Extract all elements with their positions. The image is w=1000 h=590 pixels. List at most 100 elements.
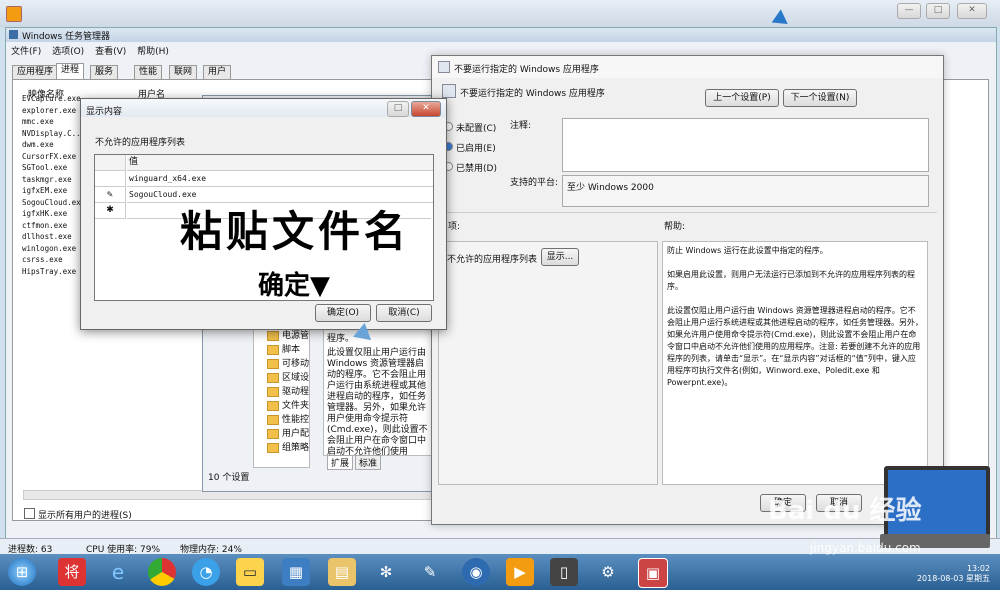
list-item[interactable]: igfxHK.exe: [22, 208, 82, 220]
policy-titlebar: 不要运行指定的 Windows 应用程序: [432, 56, 943, 78]
list-item[interactable]: NVDisplay.C...: [22, 128, 85, 140]
tree-item[interactable]: 可移动: [267, 356, 309, 369]
clock-time: 13:02: [966, 564, 990, 573]
table-row[interactable]: winguard_x64.exe: [127, 171, 433, 187]
tm-titlebar: Windows 任务管理器: [6, 28, 996, 42]
folder-icon: [267, 386, 279, 397]
list-item[interactable]: EVCapture.exe: [22, 93, 82, 105]
radio-not-configured-label: 未配置(C): [456, 124, 497, 134]
divider: [438, 212, 937, 213]
list-item[interactable]: winlogon.exe: [22, 243, 82, 255]
menu-view[interactable]: 查看(V): [95, 47, 126, 57]
policy-header-icon: [442, 84, 456, 98]
list-item[interactable]: HipsTray.exe: [22, 266, 82, 278]
control-panel-icon[interactable]: ▦: [282, 558, 310, 586]
qq-browser-icon[interactable]: ◔: [192, 558, 220, 586]
menu-file[interactable]: 文件(F): [11, 47, 41, 57]
tree-item[interactable]: 组策略: [267, 440, 309, 453]
settings-icon[interactable]: ⚙: [594, 558, 622, 586]
tab-extended[interactable]: 扩展: [327, 455, 354, 470]
edit-pencil-icon: ✎: [95, 187, 126, 203]
tree-item[interactable]: 文件夹: [267, 398, 309, 411]
tree-item[interactable]: 用户配: [267, 426, 309, 439]
folder-icon: [267, 344, 279, 355]
list-item[interactable]: igfxEM.exe: [22, 185, 82, 197]
close-button[interactable]: ✕: [957, 3, 987, 19]
dialog-cancel-button[interactable]: 取消(C): [376, 304, 432, 322]
list-item[interactable]: SogouCloud.exe: [22, 197, 85, 209]
dialog-list-label: 不允许的应用程序列表: [95, 138, 186, 148]
tab-performance[interactable]: 性能: [134, 65, 163, 79]
gp-desc-head: 程序。: [327, 334, 355, 344]
tree-item[interactable]: 脚本: [267, 342, 300, 355]
gp-status: 10 个设置: [208, 473, 250, 483]
tree-item[interactable]: 驱动程: [267, 384, 309, 397]
tab-standard[interactable]: 标准: [355, 455, 382, 470]
maximize-button[interactable]: □: [926, 3, 950, 19]
list-item[interactable]: CursorFX.exe: [22, 151, 82, 163]
notes-icon[interactable]: ▭: [236, 558, 264, 586]
comment-field[interactable]: [562, 118, 929, 172]
app-icon-red[interactable]: 将: [58, 558, 86, 586]
gp-desc: 此设置仅阻止用户运行由 Windows 资源管理器启动的程序。它不会阻止用户运行…: [327, 348, 428, 456]
list-item[interactable]: explorer.exe: [22, 105, 82, 117]
taskmgr-icon[interactable]: ▣: [638, 558, 668, 588]
overlay-caption: 粘贴文件名: [180, 207, 411, 256]
taskbar: ⊞ 将 e ◔ ▭ ▦ ▤ ✻ ✎ ◉ ▶ ▯ ⚙ ▣ 13:02 2018-0…: [0, 554, 1000, 590]
tab-services[interactable]: 服务: [90, 65, 119, 79]
media-icon[interactable]: ◉: [462, 558, 490, 586]
minimize-button[interactable]: —: [897, 3, 921, 19]
next-setting-button[interactable]: 下一个设置(N): [783, 89, 857, 107]
dialog-ok-button[interactable]: 确定(O): [315, 304, 371, 322]
menu-help[interactable]: 帮助(H): [137, 47, 169, 57]
tab-users[interactable]: 用户: [203, 65, 232, 79]
radio-enabled-label: 已启用(E): [456, 144, 496, 154]
ie-icon[interactable]: e: [104, 558, 132, 586]
policy-icon: [438, 61, 450, 73]
folder-icon: [267, 330, 279, 341]
show-button[interactable]: 显示...: [541, 248, 579, 266]
show-all-checkbox[interactable]: [24, 508, 35, 519]
paint-icon[interactable]: ✎: [416, 558, 444, 586]
list-item[interactable]: ctfmon.exe: [22, 220, 82, 232]
prev-setting-button[interactable]: 上一个设置(P): [705, 89, 779, 107]
overlay-caption: 确定▼: [258, 271, 330, 301]
tab-network[interactable]: 联网: [169, 65, 198, 79]
radio-disabled-label: 已禁用(D): [456, 164, 497, 174]
menu-options[interactable]: 选项(O): [52, 47, 84, 57]
folder-icon: [267, 372, 279, 383]
list-item[interactable]: dwm.exe: [22, 139, 82, 151]
dialog-close-button[interactable]: ✕: [411, 101, 441, 117]
tab-processes[interactable]: 进程: [56, 63, 85, 79]
phone-icon[interactable]: ▯: [550, 558, 578, 586]
dialog-maximize-button[interactable]: □: [387, 101, 409, 117]
list-item[interactable]: mmc.exe: [22, 116, 82, 128]
network-icon[interactable]: ✻: [372, 558, 400, 586]
supported-field: 至少 Windows 2000: [562, 175, 929, 207]
help-text: 防止 Windows 运行在此设置中指定的程序。 如果启用此设置，则用户无法运行…: [667, 246, 923, 387]
folder-icon: [267, 400, 279, 411]
supported-value: 至少 Windows 2000: [567, 183, 654, 193]
list-item[interactable]: csrss.exe: [22, 254, 82, 266]
policy-title: 不要运行指定的 Windows 应用程序: [454, 65, 599, 75]
app-icon: [6, 6, 22, 22]
help-label: 帮助:: [664, 222, 686, 232]
column-header-value[interactable]: 值: [127, 155, 433, 171]
new-row-icon: ✱: [95, 203, 126, 219]
list-item[interactable]: SGTool.exe: [22, 162, 82, 174]
recorder-bar: — □ ✕: [0, 0, 1000, 31]
tab-applications[interactable]: 应用程序: [12, 65, 59, 79]
chrome-icon[interactable]: [148, 558, 176, 586]
start-button[interactable]: ⊞: [8, 558, 36, 586]
tm-icon: [9, 30, 18, 39]
clock[interactable]: 13:02 2018-08-03 星期五: [917, 564, 990, 584]
policy-window: 不要运行指定的 Windows 应用程序 不要运行指定的 Windows 应用程…: [431, 55, 944, 525]
tree-item[interactable]: 性能控: [267, 412, 309, 425]
explorer-icon[interactable]: ▤: [328, 558, 356, 586]
recorder-icon[interactable]: ▶: [506, 558, 534, 586]
tree-item[interactable]: 区域设: [267, 370, 309, 383]
list-item[interactable]: dllhost.exe: [22, 231, 82, 243]
list-item[interactable]: taskmgr.exe: [22, 174, 82, 186]
watermark-brand: Bai du 经验: [768, 496, 922, 526]
help-pane: 防止 Windows 运行在此设置中指定的程序。 如果启用此设置，则用户无法运行…: [662, 241, 928, 485]
